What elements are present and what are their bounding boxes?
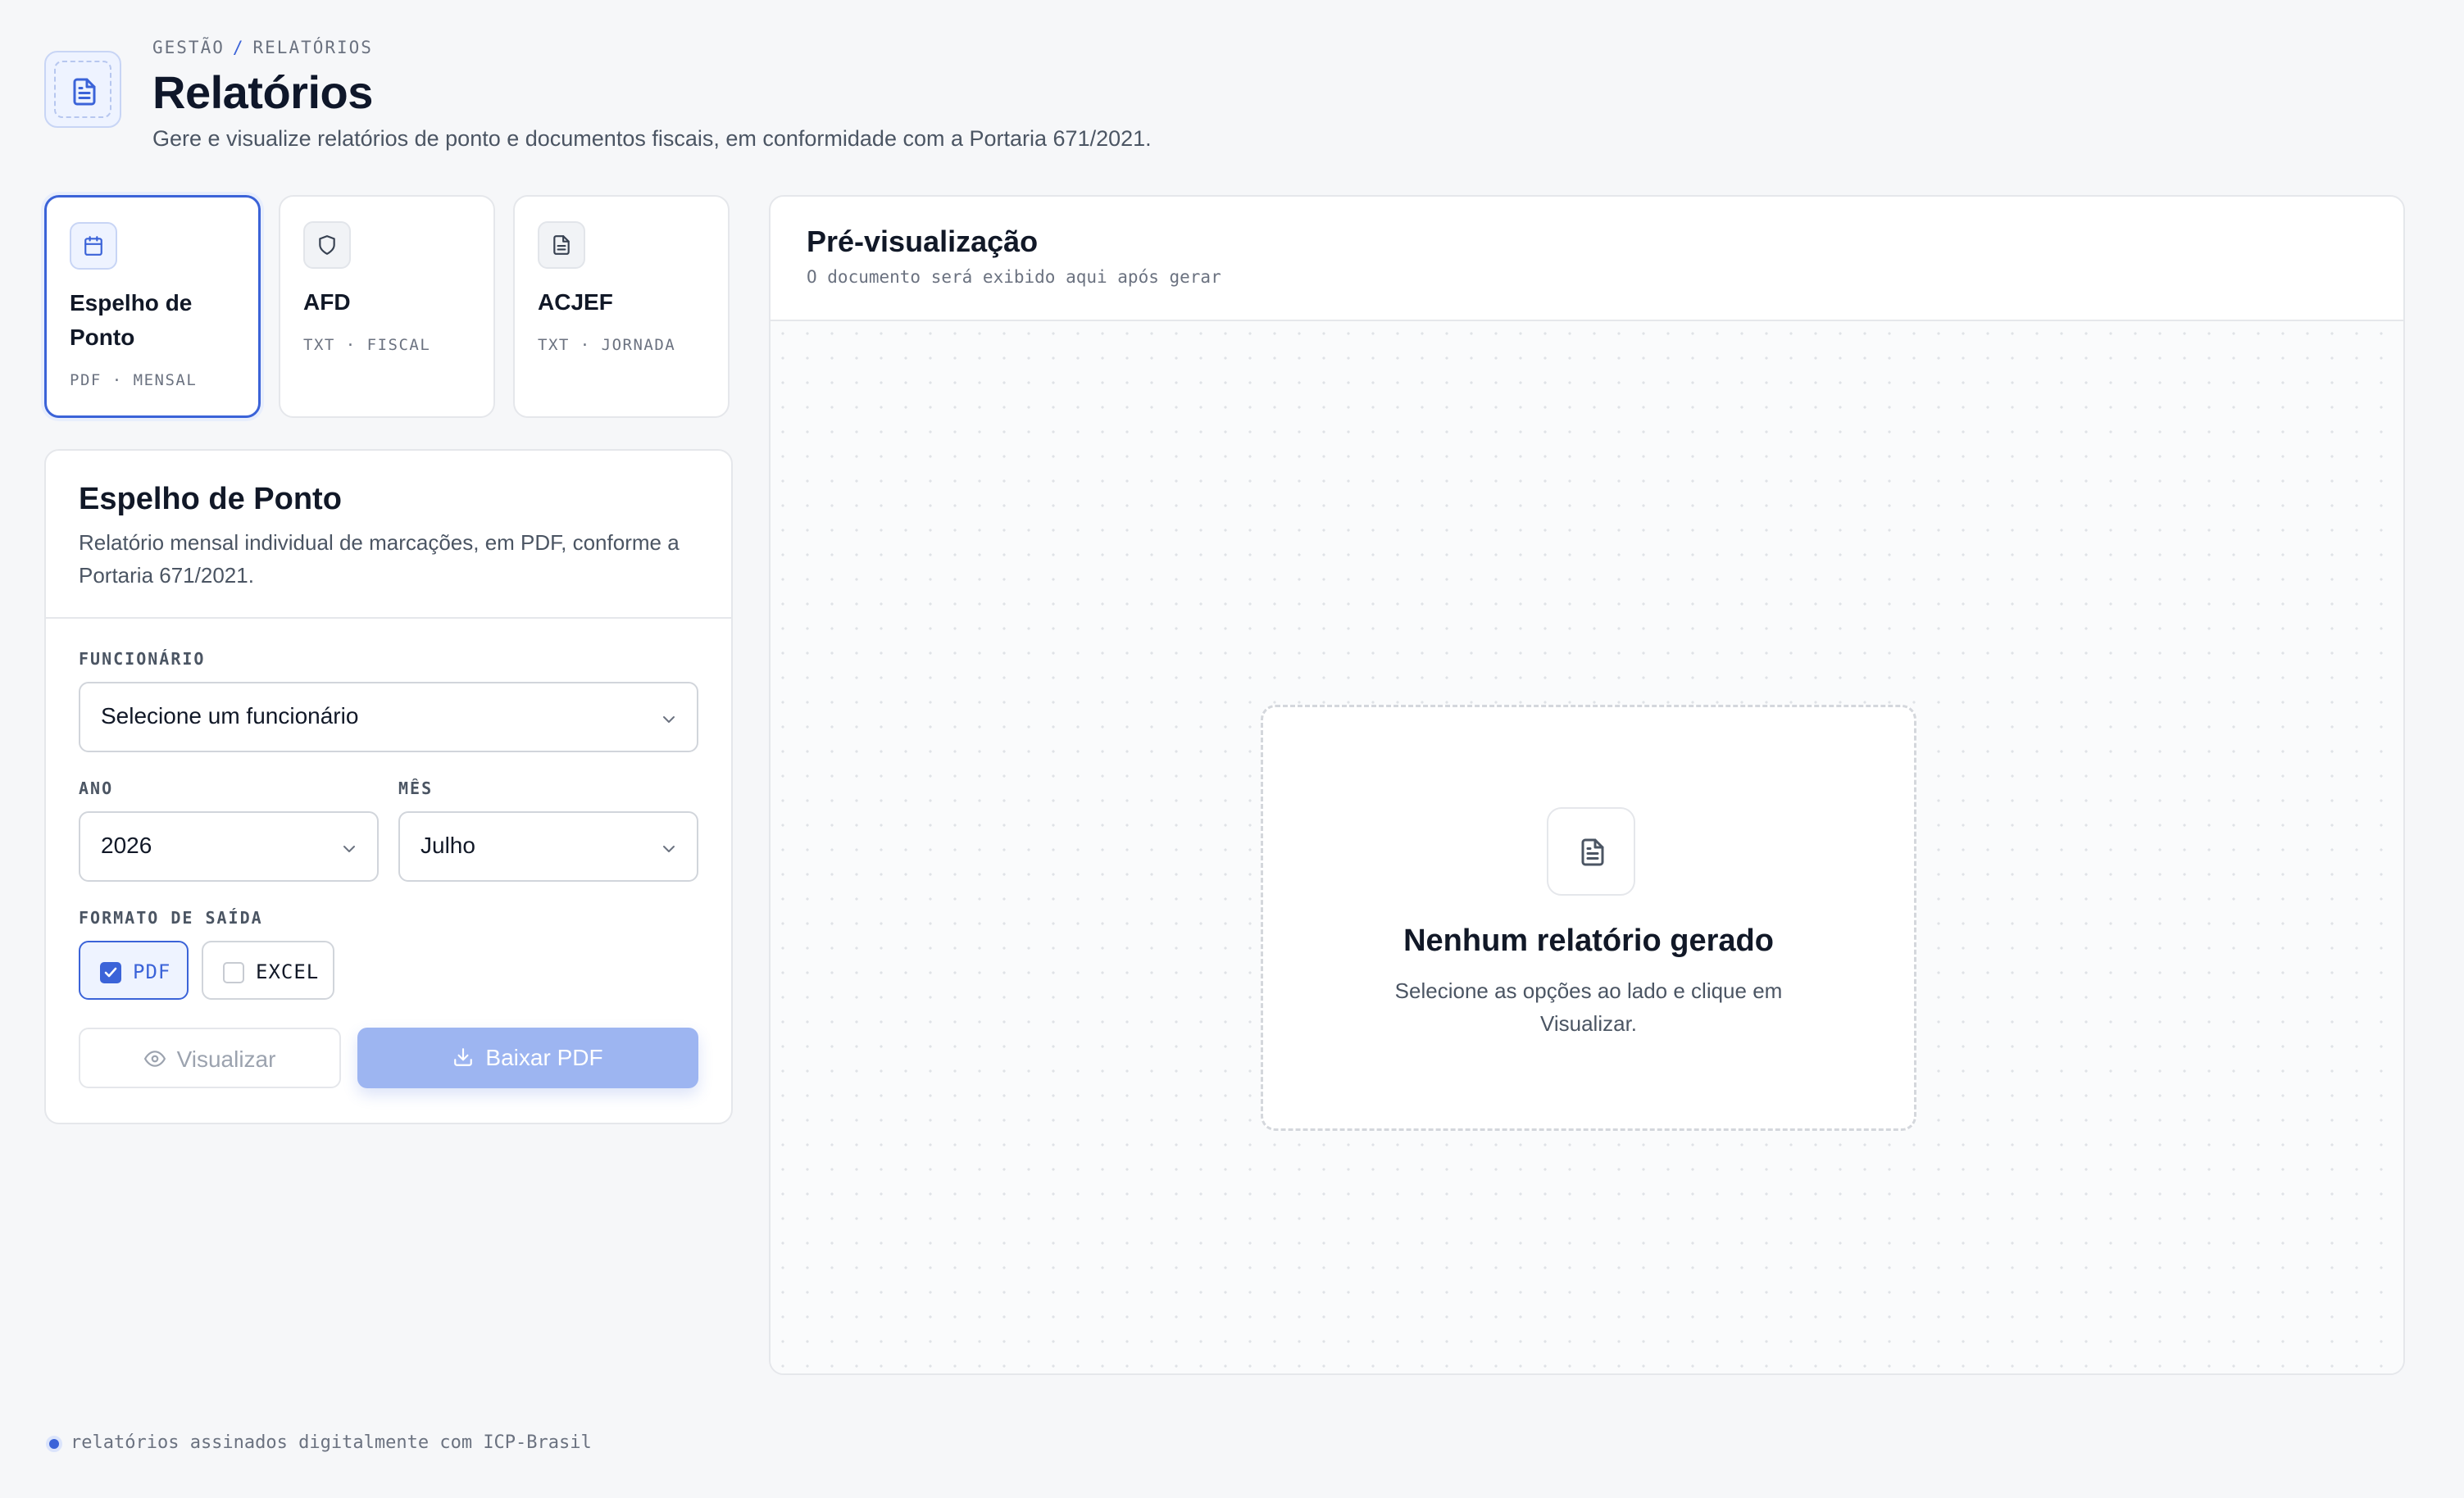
form-description: Relatório mensal individual de marcações… [79,530,680,588]
year-select-value: 2026 [101,833,152,858]
checkbox-checked[interactable] [100,962,121,983]
report-card-acjef[interactable]: ACJEF TXT · JORNADA [513,195,730,418]
report-card-meta: PDF · MENSAL [70,371,198,389]
footer-text: relatórios assinados digitalmente com IC… [70,1432,592,1453]
breadcrumb: GESTÃO / RELATÓRIOS [152,38,373,57]
breadcrumb-separator: / [232,38,245,57]
visualize-button-label: Visualizar [176,1046,276,1072]
page-title: Relatórios [152,66,373,118]
month-label: MÊS [398,779,434,798]
report-card-meta: TXT · JORNADA [538,336,676,354]
format-option-label: EXCEL [256,960,320,983]
empty-state-text: Selecione as opções ao lado e clique em … [1394,978,1783,1036]
format-option-pdf[interactable]: PDF [79,941,189,1000]
report-card-afd[interactable]: AFD TXT · FISCAL [279,195,495,418]
form-title: Espelho de Ponto [79,482,342,516]
preview-title: Pré-visualização [807,225,1039,258]
reports-logo [44,51,121,128]
employee-label: FUNCIONÁRIO [79,649,206,669]
calendar-icon [84,236,102,256]
check-icon [104,967,117,978]
file-text-icon [1581,838,1604,866]
employee-select[interactable]: Selecione um funcionário [79,682,698,752]
download-pdf-button-label: Baixar PDF [485,1045,603,1070]
report-card-espelho-de-ponto[interactable]: Espelho de Ponto PDF · MENSAL [44,195,261,418]
file-text-icon [73,78,96,106]
year-select[interactable]: 2026 [79,811,379,882]
file-text-icon [553,235,570,255]
breadcrumb-current: RELATÓRIOS [252,38,373,57]
report-card-title: ACJEF [538,289,613,315]
empty-state: Nenhum relatório gerado Selecione as opç… [1261,705,1916,1131]
shield-icon [319,235,335,255]
month-select[interactable]: Julho [398,811,698,882]
status-dot [46,1436,62,1452]
chevron-down-icon [343,846,355,852]
report-card-title: AFD [303,289,351,315]
month-select-value: Julho [421,833,475,858]
checkbox-unchecked[interactable] [223,962,244,983]
empty-state-title: Nenhum relatório gerado [1403,924,1774,958]
format-option-excel[interactable]: EXCEL [202,941,334,1000]
year-label: ANO [79,779,114,798]
breadcrumb-parent[interactable]: GESTÃO [152,38,225,57]
report-card-meta: TXT · FISCAL [303,336,431,354]
preview-panel: Pré-visualização O documento será exibid… [769,195,2405,1375]
divider [46,617,731,619]
download-icon [454,1048,473,1066]
chevron-down-icon [663,846,675,852]
preview-subtitle: O documento será exibido aqui após gerar [807,267,1221,287]
visualize-button[interactable]: Visualizar [79,1028,341,1088]
employee-select-value: Selecione um funcionário [101,703,359,729]
output-format-label: FORMATO DE SAÍDA [79,908,263,928]
format-option-label: PDF [133,960,171,983]
chevron-down-icon [663,716,675,723]
eye-icon [143,1051,166,1067]
report-form-panel: Espelho de Ponto Relatório mensal indivi… [44,449,733,1124]
report-card-title: Espelho de Ponto [70,290,193,350]
page-subtitle: Gere e visualize relatórios de ponto e d… [152,126,1152,151]
download-pdf-button[interactable]: Baixar PDF [357,1028,698,1088]
